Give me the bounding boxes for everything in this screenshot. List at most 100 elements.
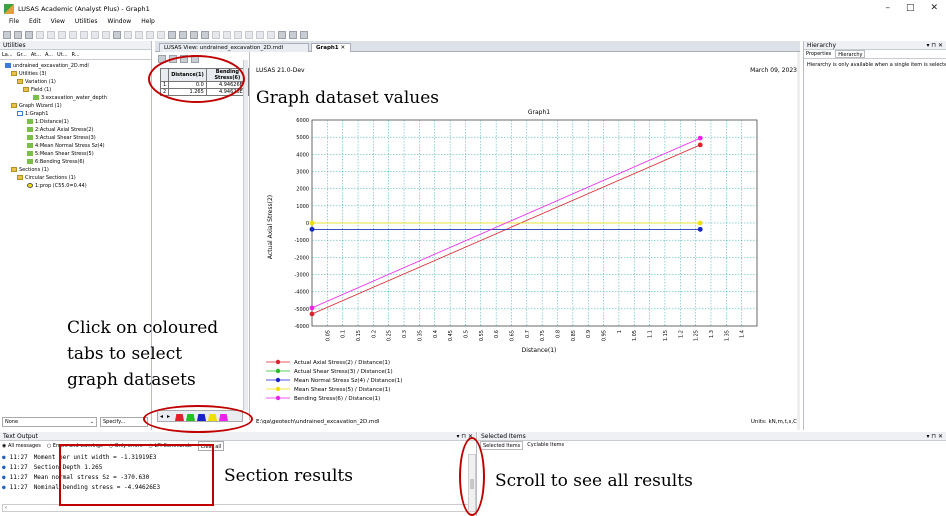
x-tick-label: 0.1 xyxy=(341,330,347,338)
rotate-icon[interactable] xyxy=(223,31,231,39)
pin-icon[interactable]: ▾ ⊓ ✕ xyxy=(926,41,946,50)
info-icon: ● xyxy=(2,484,6,491)
tree-item[interactable]: 1:prop (C55.0=0.44) xyxy=(27,183,87,189)
tab-layers[interactable]: La... xyxy=(2,50,13,59)
tab-cyclable-items[interactable]: Cyclable Items xyxy=(527,441,564,450)
menu-view[interactable]: View xyxy=(51,18,65,28)
pan-icon[interactable] xyxy=(234,31,242,39)
x-tick-label: 0.65 xyxy=(509,330,515,341)
tree-item[interactable]: 2:Actual Axial Stress(2) xyxy=(27,127,93,133)
results-icon[interactable] xyxy=(278,31,286,39)
tree-item[interactable]: undrained_excavation_2D.mdl xyxy=(5,63,89,69)
menu-help[interactable]: Help xyxy=(141,18,155,28)
chart-icon[interactable] xyxy=(179,31,187,39)
tree-item[interactable]: 6:Bending Stress(6) xyxy=(27,159,85,165)
redo-icon[interactable] xyxy=(102,31,110,39)
annotation-section-results: Section results xyxy=(224,466,353,486)
undo-icon[interactable] xyxy=(91,31,99,39)
tree-item[interactable]: 3:excavation_water_depth xyxy=(33,95,107,101)
tree-item[interactable]: Graph Wizard (1) xyxy=(11,103,62,109)
hierarchy-message: Hierarchy is only available when a singl… xyxy=(807,62,946,68)
document-tabs: LUSAS View: undrained_excavation_2D.mdl … xyxy=(155,41,800,60)
maximize-button[interactable]: □ xyxy=(906,3,915,13)
print-icon[interactable] xyxy=(113,31,121,39)
tab-analyses[interactable]: A... xyxy=(45,50,53,59)
annotation-click-tabs-2: tabs to select xyxy=(67,344,183,364)
table-scrollbar[interactable] xyxy=(243,60,248,410)
volume-icon[interactable] xyxy=(157,31,165,39)
x-tick-label: 0.5 xyxy=(463,330,469,338)
zoom-icon[interactable] xyxy=(212,31,220,39)
filter-select[interactable]: None ⌄ xyxy=(2,417,97,427)
pin-icon[interactable]: ▾ ⊓ ✕ xyxy=(926,432,946,441)
minimize-button[interactable]: – xyxy=(885,3,890,13)
tree-item[interactable]: 3:Actual Shear Stress(3) xyxy=(27,135,96,141)
toolbar-icon[interactable] xyxy=(36,31,44,39)
hierarchy-title: Hierarchy xyxy=(807,42,837,49)
specify-button[interactable]: Specify... xyxy=(100,417,148,427)
tree-item[interactable]: 5:Mean Shear Stress(5) xyxy=(27,151,94,157)
tree-item[interactable]: 4:Mean Normal Stress Sz(4) xyxy=(27,143,105,149)
new-file-icon[interactable] xyxy=(3,31,11,39)
filter-icon[interactable] xyxy=(190,31,198,39)
tab-properties[interactable]: Properties xyxy=(806,50,831,58)
tree-item[interactable]: Variation (1) xyxy=(17,79,56,85)
tab-reports[interactable]: R... xyxy=(71,50,79,59)
close-button[interactable]: ✕ xyxy=(930,3,938,13)
graph-scrollbar[interactable] xyxy=(797,52,800,430)
model-file-path: E:\qa\geotech\undrained_excavation_2D.md… xyxy=(256,419,380,425)
tab-groups[interactable]: Gr... xyxy=(17,50,27,59)
utilities-header: Utilities xyxy=(0,41,151,50)
tab-view-window[interactable]: LUSAS View: undrained_excavation_2D.mdl … xyxy=(159,43,309,60)
save-icon[interactable] xyxy=(25,31,33,39)
open-folder-icon[interactable] xyxy=(14,31,22,39)
tab-graph1[interactable]: Graph1 ✕ xyxy=(311,43,351,52)
tab-attributes[interactable]: At... xyxy=(31,50,41,59)
copy-icon[interactable] xyxy=(58,31,66,39)
selected-items-header: Selected Items ▾ ⊓ ✕ xyxy=(478,432,946,441)
x-tick-label: 1.2 xyxy=(678,330,684,338)
point-icon[interactable] xyxy=(124,31,132,39)
legend-marker xyxy=(275,368,281,374)
menu-window[interactable]: Window xyxy=(108,18,132,28)
tree-item[interactable]: 1:Distance(1) xyxy=(27,119,69,125)
units-label: Units: kN,m,t,s,C xyxy=(751,419,797,425)
tab-graph1-label: Graph1 xyxy=(316,45,339,51)
paste-icon[interactable] xyxy=(69,31,77,39)
tab-selected-items[interactable]: Selected Items xyxy=(480,441,524,450)
info-icon: ● xyxy=(2,464,6,471)
grid-icon[interactable] xyxy=(168,31,176,39)
view-icon[interactable] xyxy=(256,31,264,39)
tree-item[interactable]: Field (1) xyxy=(23,87,51,93)
x-tick-label: 1.05 xyxy=(632,330,638,341)
tree-item[interactable]: 1:Graph1 xyxy=(17,111,48,117)
mesh-icon[interactable] xyxy=(267,31,275,39)
x-tick-label: 1 xyxy=(617,330,623,333)
data-point xyxy=(309,311,315,317)
tree-item[interactable]: Sections (1) xyxy=(11,167,49,173)
delete-icon[interactable] xyxy=(80,31,88,39)
date-label: March 09, 2023 xyxy=(750,67,797,74)
cursor-icon[interactable] xyxy=(245,31,253,39)
tab-hierarchy[interactable]: Hierarchy xyxy=(835,50,866,58)
line-icon[interactable] xyxy=(135,31,143,39)
surface-icon[interactable] xyxy=(146,31,154,39)
tree-item[interactable]: Utilities (3) xyxy=(11,71,47,77)
menu-utilities[interactable]: Utilities xyxy=(75,18,98,28)
x-tick-label: 0.45 xyxy=(448,330,454,341)
select-icon[interactable] xyxy=(201,31,209,39)
report-icon[interactable] xyxy=(300,31,308,39)
tab-utilities[interactable]: Ut... xyxy=(57,50,67,59)
tree-item-label: 1:Graph1 xyxy=(25,111,49,117)
graph-icon[interactable] xyxy=(289,31,297,39)
filter-all-messages[interactable]: ◉ All messages xyxy=(2,441,41,451)
cut-icon[interactable] xyxy=(47,31,55,39)
menu-file[interactable]: File xyxy=(9,18,19,28)
x-tick-label: 1.35 xyxy=(724,330,730,341)
graph-icon xyxy=(17,111,23,116)
menu-edit[interactable]: Edit xyxy=(29,18,41,28)
close-tab-icon[interactable]: ✕ xyxy=(341,45,346,51)
tree-item-label: 3:Actual Shear Stress(3) xyxy=(35,135,96,141)
tree-item-label: Field (1) xyxy=(31,87,52,93)
tree-item[interactable]: Circular Sections (1) xyxy=(17,175,76,181)
